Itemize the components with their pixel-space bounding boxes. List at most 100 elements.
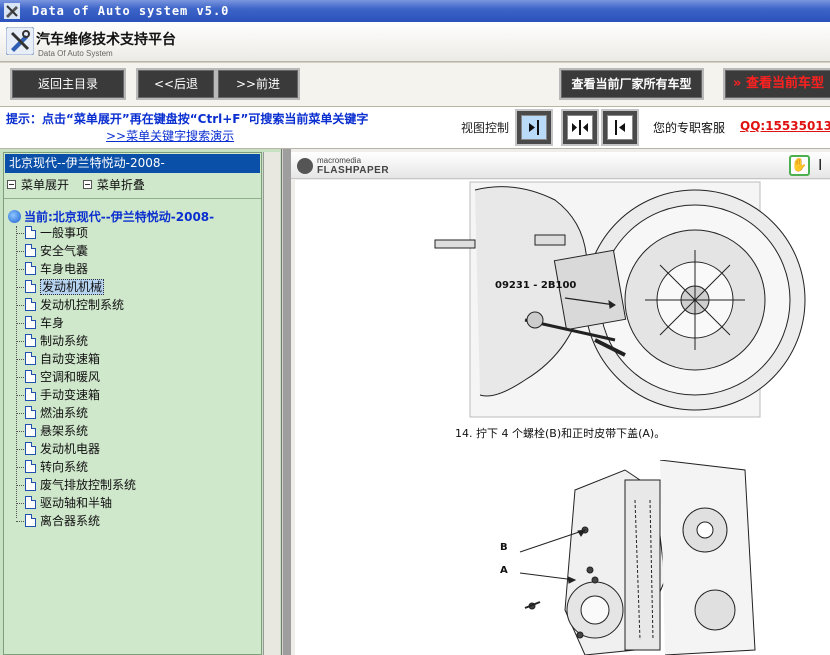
document-icon: [25, 460, 36, 473]
tree-item[interactable]: 手动变速箱: [4, 386, 261, 404]
tree-item[interactable]: 安全气囊: [4, 242, 261, 260]
view-split-button[interactable]: [561, 109, 599, 146]
macromedia-logo-icon: [297, 158, 313, 174]
arrow-right-bar-icon: [529, 120, 539, 135]
menu-expand-button[interactable]: 菜单展开: [7, 176, 69, 193]
tree-item-label: 转向系统: [40, 460, 89, 474]
tree-item-label: 燃油系统: [40, 406, 89, 420]
document-icon: [25, 388, 36, 401]
document-icon: [25, 478, 36, 491]
tree-item[interactable]: 驱动轴和半轴: [4, 494, 261, 512]
window-title: Data of Auto system v5.0: [32, 4, 230, 18]
view-control-label: 视图控制: [461, 121, 510, 135]
callout-b-label: B: [500, 542, 508, 553]
document-icon: [25, 514, 36, 527]
tree-item-label: 发动机机械: [40, 279, 105, 295]
text-cursor-icon[interactable]: I: [818, 156, 822, 174]
hand-tool-icon[interactable]: ✋: [789, 155, 810, 176]
tools-logo-icon: [6, 27, 34, 55]
current-model-button[interactable]: » 查看当前车型: [723, 68, 830, 100]
viewer-gutter: [283, 149, 291, 655]
tree-item[interactable]: 一般事项: [4, 224, 261, 242]
tree-item[interactable]: 车身: [4, 314, 261, 332]
document-icon: [25, 262, 36, 275]
tree-item-label: 制动系统: [40, 334, 89, 348]
brand-subtitle: Data Of Auto System: [38, 49, 113, 58]
split-arrows-icon: [572, 120, 588, 135]
document-icon: [25, 334, 36, 347]
tree-item[interactable]: 离合器系统: [4, 512, 261, 530]
tree-item-label: 手动变速箱: [40, 388, 101, 402]
tree-item[interactable]: 自动变速箱: [4, 350, 261, 368]
document-icon: [25, 244, 36, 257]
tree-item-label: 车身: [40, 316, 65, 330]
part-number-label: 09231 - 2B100: [495, 280, 577, 291]
flashpaper-toolbar: macromedia FLASHPAPER ✋ I: [291, 152, 830, 179]
double-chevron-right-icon: »: [733, 76, 742, 91]
document-icon: [25, 280, 36, 293]
tree-item[interactable]: 发动机机械: [4, 278, 261, 296]
tree-item-label: 废气排放控制系统: [40, 478, 137, 492]
view-expand-right-button[interactable]: [515, 109, 553, 146]
sidebar-scrollbar[interactable]: [263, 152, 280, 655]
tree-item-label: 驱动轴和半轴: [40, 496, 113, 510]
tree-item-label: 一般事项: [40, 226, 89, 240]
callout-a-label: A: [500, 565, 508, 576]
back-button[interactable]: <<后退: [136, 68, 216, 100]
tree-item[interactable]: 悬架系统: [4, 422, 261, 440]
forward-button[interactable]: >>前进: [216, 68, 300, 100]
all-models-button[interactable]: 查看当前厂家所有车型: [559, 68, 704, 100]
tree-item[interactable]: 发动机控制系统: [4, 296, 261, 314]
tree-item[interactable]: 制动系统: [4, 332, 261, 350]
sidebar: 北京现代--伊兰特悦动-2008- 菜单展开 菜单折叠 当前:北京现代--伊兰特…: [0, 149, 282, 655]
tree-item[interactable]: 转向系统: [4, 458, 261, 476]
document-icon: [25, 424, 36, 437]
tree-item-label: 悬架系统: [40, 424, 89, 438]
tree-item[interactable]: 空调和暖风: [4, 368, 261, 386]
menu-collapse-button[interactable]: 菜单折叠: [82, 176, 145, 193]
document-icon: [25, 370, 36, 383]
document-icon: [25, 352, 36, 365]
document-viewer: macromedia FLASHPAPER ✋ I 09231 - 2B100 …: [283, 149, 830, 655]
menu-collapse-label: 菜单折叠: [96, 178, 145, 192]
collapse-box-icon: [82, 180, 92, 189]
selected-model-bar[interactable]: 北京现代--伊兰特悦动-2008-: [5, 154, 260, 173]
current-model-root[interactable]: 当前:北京现代--伊兰特悦动-2008-: [8, 208, 214, 225]
title-bar[interactable]: Data of Auto system v5.0: [0, 0, 830, 22]
globe-icon: [8, 210, 21, 223]
back-to-main-button[interactable]: 返回主目录: [10, 68, 126, 100]
document-icon: [25, 496, 36, 509]
nav-toolbar: 返回主目录 <<后退 >>前进 查看当前厂家所有车型 » 查看当前车型: [0, 63, 830, 107]
arrow-left-bar-icon: [615, 120, 625, 135]
hint-bar: 提示：点击“菜单展开”再在键盘按“Ctrl+F”可搜索当前菜单关键字 >>菜单关…: [0, 107, 830, 149]
tree-item-label: 安全气囊: [40, 244, 89, 258]
expand-box-icon: [7, 180, 16, 189]
tree-item[interactable]: 废气排放控制系统: [4, 476, 261, 494]
flashpaper-logo-big: FLASHPAPER: [317, 165, 390, 176]
menu-tree: 一般事项安全气囊车身电器发动机机械 发动机控制系统车身制动系统自动变速箱空调和暖风…: [4, 224, 261, 530]
tree-item-label: 车身电器: [40, 262, 89, 276]
tree-item-label: 自动变速箱: [40, 352, 101, 366]
tree-item-label: 离合器系统: [40, 514, 101, 528]
tree-item[interactable]: 发动机电器: [4, 440, 261, 458]
app-window: Data of Auto system v5.0 汽车维修技术支持平台 Data…: [0, 0, 830, 655]
tree-item[interactable]: 车身电器: [4, 260, 261, 278]
qq-contact-link[interactable]: QQ:1553501388: [740, 119, 830, 133]
app-icon: [4, 3, 20, 19]
brand-title: 汽车维修技术支持平台: [36, 32, 176, 48]
menu-expand-label: 菜单展开: [21, 178, 70, 192]
document-icon: [25, 298, 36, 311]
search-demo-link[interactable]: >>菜单关键字搜索演示: [106, 127, 234, 144]
menu-divider: [4, 198, 261, 199]
document-page: 09231 - 2B100 14. 拧下 4 个螺栓(B)和正时皮带下盖(A)。: [295, 180, 830, 655]
view-expand-left-button[interactable]: [601, 109, 639, 146]
service-label: 您的专职客服: [653, 121, 726, 135]
flashpaper-logo-small: macromedia: [317, 156, 362, 165]
current-model-text: 当前:北京现代--伊兰特悦动-2008-: [24, 210, 215, 224]
current-model-label: 查看当前车型: [745, 76, 824, 91]
tree-item-label: 空调和暖风: [40, 370, 101, 384]
tree-item[interactable]: 燃油系统: [4, 404, 261, 422]
search-hint-text: 提示：点击“菜单展开”再在键盘按“Ctrl+F”可搜索当前菜单关键字: [6, 112, 369, 126]
procedure-step-text: 14. 拧下 4 个螺栓(B)和正时皮带下盖(A)。: [455, 427, 666, 440]
document-icon: [25, 406, 36, 419]
